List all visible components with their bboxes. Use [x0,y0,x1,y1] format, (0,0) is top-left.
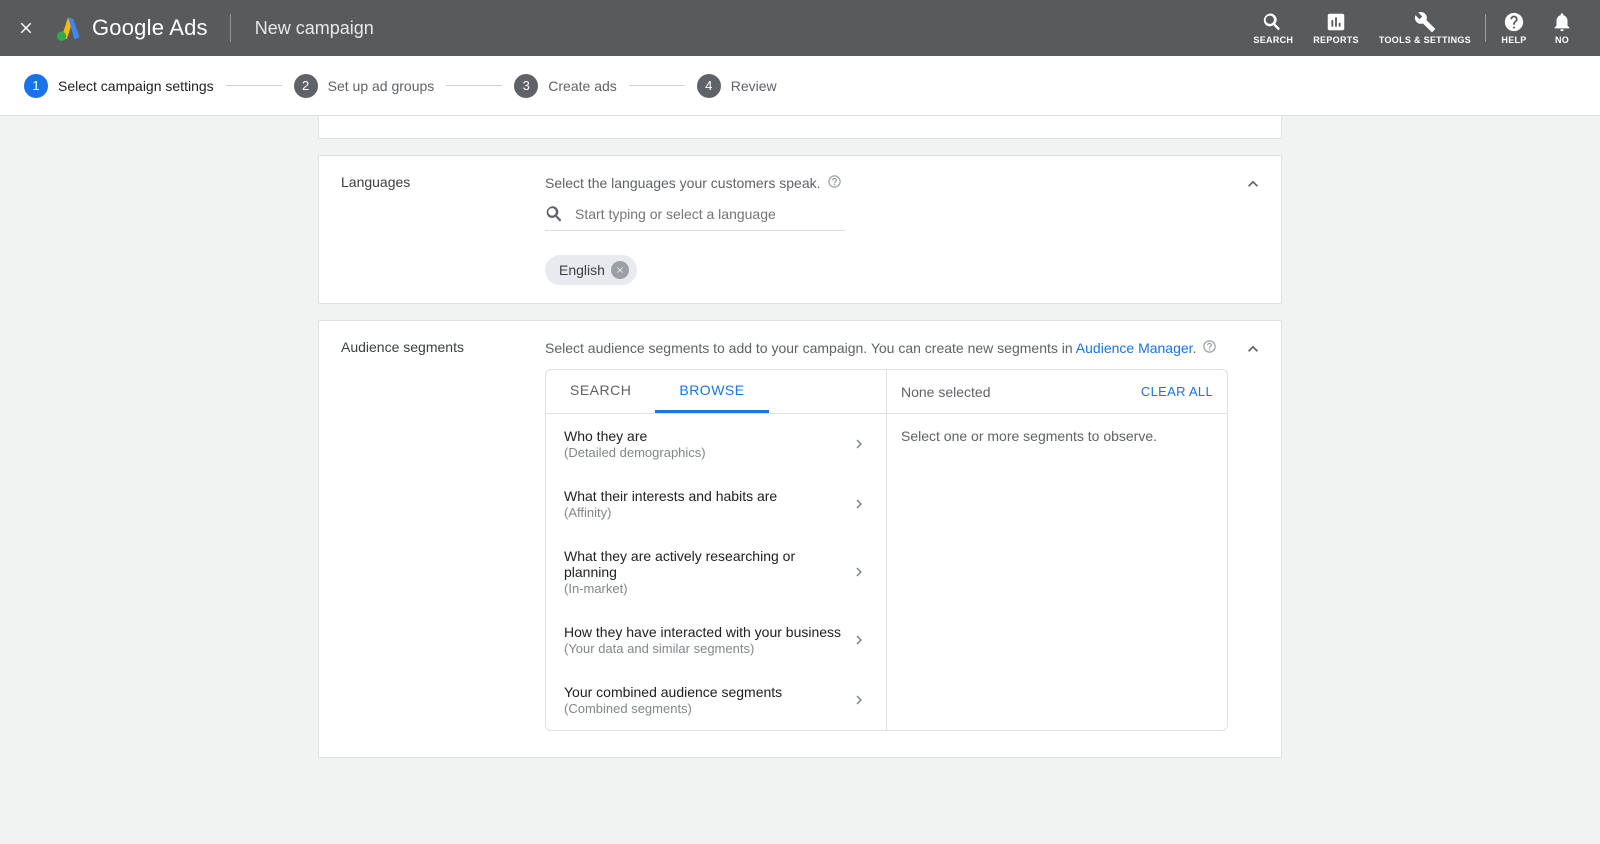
chevron-right-icon [850,563,868,581]
product-name: Google Ads [92,15,208,41]
audience-item-title: What their interests and habits are [564,488,777,504]
product-logo: Google Ads [54,14,208,42]
header-reports-label: REPORTS [1313,35,1359,45]
audience-item-title: Who they are [564,428,706,444]
wrench-icon [1414,11,1436,33]
tab-search[interactable]: Search [546,370,655,413]
step-4-label: Review [731,78,777,94]
google-ads-logo-icon [54,14,82,42]
audience-panel: Search Browse Who they are (Detailed dem… [545,369,1228,731]
chip-remove-button[interactable] [611,261,629,279]
chevron-right-icon [850,435,868,453]
card-prev-crop [318,116,1282,139]
language-search[interactable] [545,200,845,231]
step-1[interactable]: 1 Select campaign settings [24,74,214,98]
chip-label: English [559,262,605,278]
help-icon [1503,11,1525,33]
tab-browse[interactable]: Browse [655,370,768,413]
audience-item-subtitle: (Detailed demographics) [564,445,706,460]
header-tools-button[interactable]: TOOLS & SETTINGS [1369,0,1481,56]
audience-label: Audience segments [341,339,521,731]
search-icon [545,204,565,224]
languages-desc: Select the languages your customers spea… [545,175,821,191]
header-notifications-button[interactable]: NO [1538,0,1586,56]
audience-right-body: Select one or more segments to observe. [887,414,1227,714]
audience-right-pane: None selected CLEAR ALL Select one or mo… [887,370,1227,730]
step-2[interactable]: 2 Set up ad groups [294,74,435,98]
chevron-right-icon [850,495,868,513]
audience-item-affinity[interactable]: What their interests and habits are (Aff… [546,474,886,534]
languages-collapse-button[interactable] [1243,174,1263,199]
audience-selected-count: None selected [901,384,991,400]
audience-item-title: What they are actively researching or pl… [564,548,850,580]
app-header: Google Ads New campaign SEARCH REPORTS T… [0,0,1600,56]
languages-card: Languages Select the languages your cust… [318,155,1282,304]
header-help-label: HELP [1501,35,1526,45]
audience-item-your-data[interactable]: How they have interacted with your busin… [546,610,886,670]
header-search-button[interactable]: SEARCH [1243,0,1303,56]
header-search-label: SEARCH [1253,35,1293,45]
language-search-input[interactable] [575,206,845,222]
chevron-right-icon [850,691,868,709]
step-connector [446,85,502,86]
step-connector [629,85,685,86]
close-icon [17,19,35,37]
clear-all-button[interactable]: CLEAR ALL [1141,384,1213,399]
header-divider [230,14,231,42]
step-4[interactable]: 4 Review [697,74,777,98]
help-circle-icon [827,174,842,189]
header-tools-label: TOOLS & SETTINGS [1379,35,1471,45]
audience-item-subtitle: (Affinity) [564,505,777,520]
header-right: SEARCH REPORTS TOOLS & SETTINGS HELP NO [1243,0,1586,56]
stepper: 1 Select campaign settings 2 Set up ad g… [0,56,1600,116]
audience-left-pane: Search Browse Who they are (Detailed dem… [546,370,887,730]
bell-icon [1551,11,1573,33]
audience-collapse-button[interactable] [1243,339,1263,364]
audience-card: Audience segments Select audience segmen… [318,320,1282,758]
audience-tabs: Search Browse [546,370,886,414]
header-help-button[interactable]: HELP [1490,0,1538,56]
close-icon [615,265,625,275]
audience-help-icon[interactable] [1202,339,1217,357]
page-title: New campaign [255,18,374,39]
header-divider-2 [1485,14,1486,42]
language-chip-english: English [545,255,637,285]
step-3[interactable]: 3 Create ads [514,74,616,98]
step-1-label: Select campaign settings [58,78,214,94]
chevron-up-icon [1243,339,1263,359]
audience-item-title: How they have interacted with your busin… [564,624,841,640]
languages-help-icon[interactable] [827,174,842,192]
chevron-right-icon [850,631,868,649]
step-connector [226,85,282,86]
audience-item-title: Your combined audience segments [564,684,782,700]
chevron-up-icon [1243,174,1263,194]
step-3-num: 3 [514,74,538,98]
audience-item-subtitle: (Combined segments) [564,701,782,716]
main-content: Languages Select the languages your cust… [0,116,1600,814]
step-3-label: Create ads [548,78,616,94]
audience-item-demographics[interactable]: Who they are (Detailed demographics) [546,414,886,474]
header-left: Google Ads New campaign [14,14,374,42]
help-circle-icon [1202,339,1217,354]
search-icon [1262,11,1284,33]
languages-label: Languages [341,174,521,285]
header-reports-button[interactable]: REPORTS [1303,0,1369,56]
audience-manager-link[interactable]: Audience Manager [1076,340,1193,356]
audience-category-list: Who they are (Detailed demographics) Wha… [546,414,886,730]
header-notifications-label: NO [1555,35,1569,45]
step-4-num: 4 [697,74,721,98]
audience-item-subtitle: (Your data and similar segments) [564,641,841,656]
step-2-num: 2 [294,74,318,98]
audience-item-in-market[interactable]: What they are actively researching or pl… [546,534,886,610]
close-button[interactable] [14,16,38,40]
audience-item-combined[interactable]: Your combined audience segments (Combine… [546,670,886,730]
audience-desc: Select audience segments to add to your … [545,340,1196,356]
reports-icon [1325,11,1347,33]
audience-item-subtitle: (In-market) [564,581,850,596]
step-1-num: 1 [24,74,48,98]
step-2-label: Set up ad groups [328,78,435,94]
